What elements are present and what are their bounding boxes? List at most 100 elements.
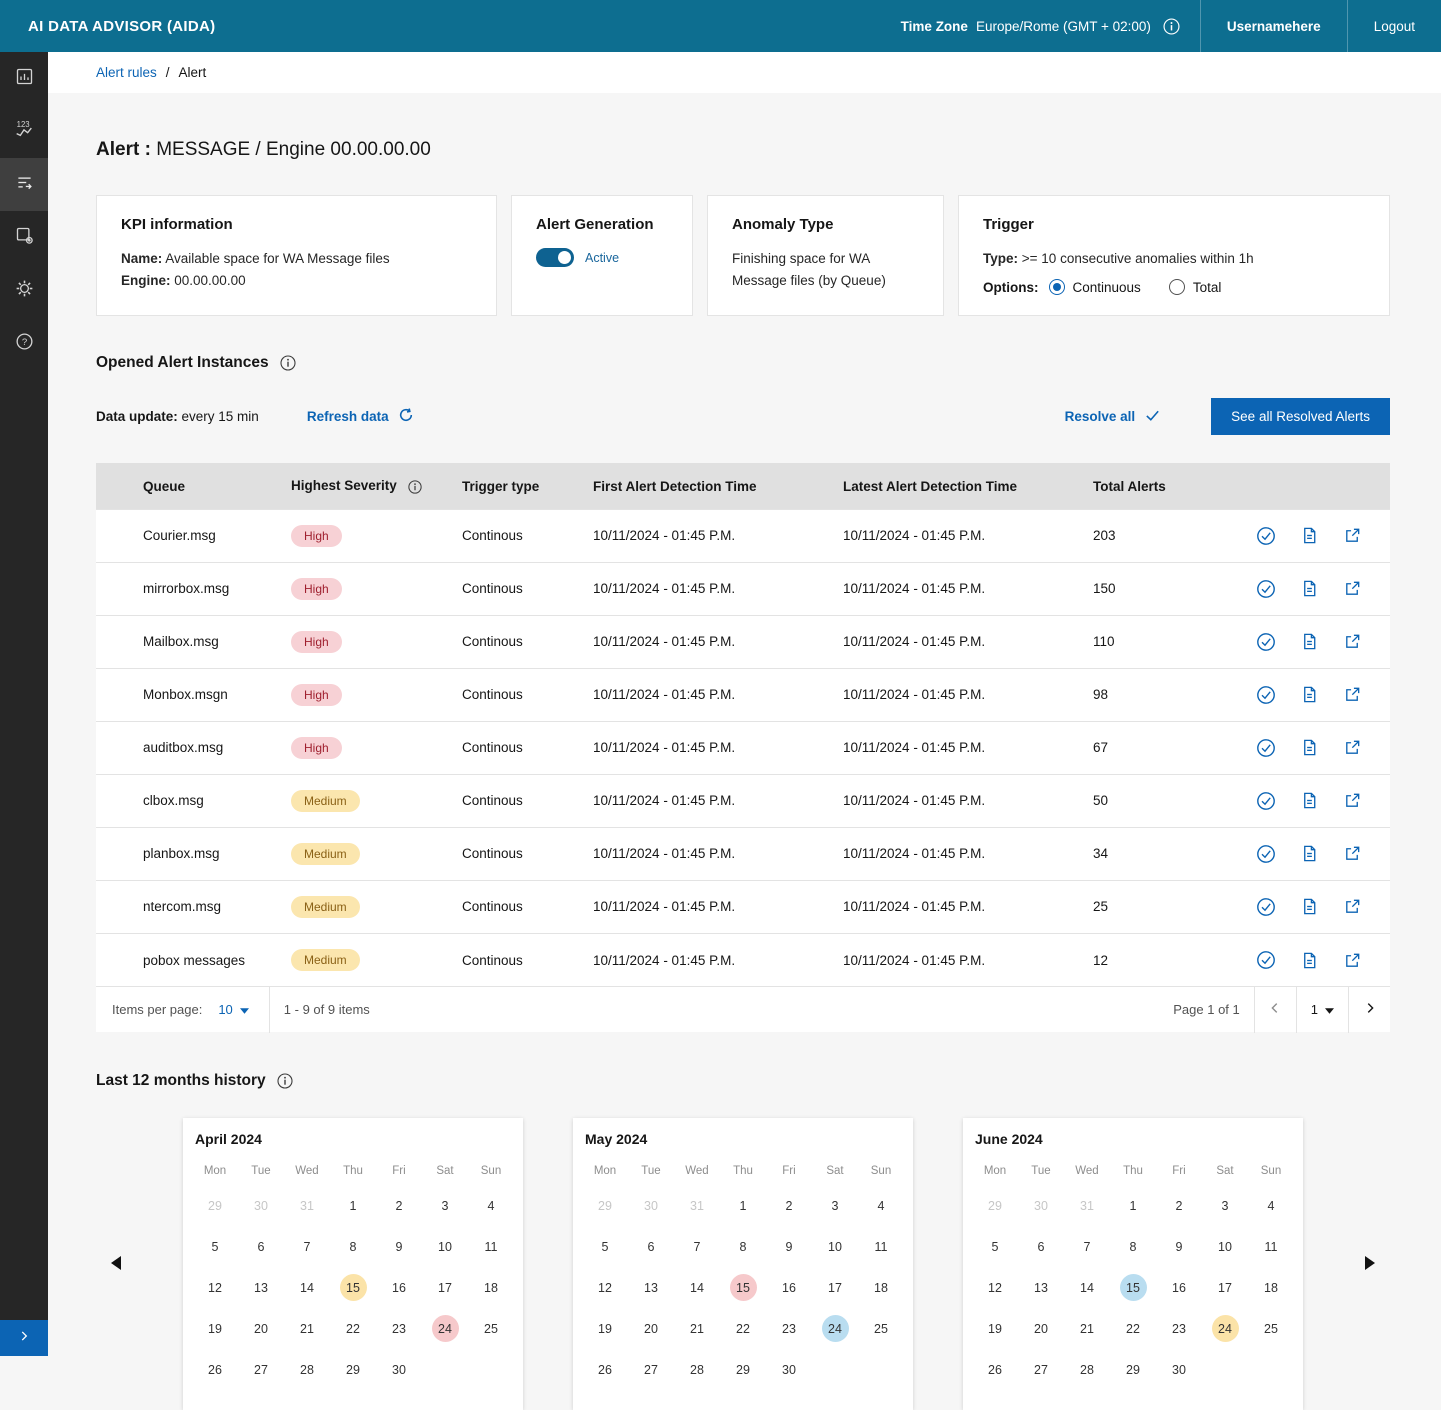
latest-detection-cell: 10/11/2024 - 01:45 P.M. <box>843 721 1093 774</box>
calendar-day[interactable]: 15 <box>1110 1267 1156 1308</box>
calendar-day: 12 <box>192 1267 238 1308</box>
svg-text:?: ? <box>21 337 26 348</box>
table-row: Mailbox.msg High Continous 10/11/2024 - … <box>96 615 1390 668</box>
calendar-weekday-row: MonTueWedThuFriSatSun <box>972 1165 1294 1177</box>
previous-page-button[interactable] <box>1254 987 1296 1033</box>
radio-total-circle <box>1169 279 1185 295</box>
calendar-month-card: April 2024 MonTueWedThuFriSatSun 2930311… <box>183 1118 523 1410</box>
report-document-icon[interactable] <box>1300 897 1319 916</box>
sidebar-item-alert-rules[interactable] <box>0 158 48 211</box>
report-document-icon[interactable] <box>1300 738 1319 757</box>
refresh-icon <box>398 407 414 426</box>
calendar-day: 17 <box>1202 1267 1248 1308</box>
sidebar-expand-button[interactable] <box>0 1320 48 1356</box>
open-external-icon[interactable] <box>1343 738 1362 757</box>
open-external-icon[interactable] <box>1343 791 1362 810</box>
resolve-all-link[interactable]: Resolve all <box>1065 407 1162 427</box>
calendar-day: 4 <box>1248 1185 1294 1226</box>
items-per-page-label: Items per page: <box>112 1002 202 1017</box>
open-external-icon[interactable] <box>1343 844 1362 863</box>
sidebar-item-kpi[interactable]: 123 <box>0 105 48 158</box>
items-per-page-select[interactable]: 10 <box>212 1002 254 1017</box>
calendar-prev-button[interactable] <box>96 1254 136 1275</box>
resolve-row-icon[interactable] <box>1256 685 1276 705</box>
report-document-icon[interactable] <box>1300 632 1319 651</box>
severity-cell: Medium <box>291 827 462 880</box>
breadcrumb-link-alert-rules[interactable]: Alert rules <box>96 65 157 80</box>
next-page-button[interactable] <box>1348 987 1390 1033</box>
radio-continuous[interactable]: Continuous <box>1049 279 1141 295</box>
open-external-icon[interactable] <box>1343 951 1362 970</box>
calendar-day: 9 <box>766 1226 812 1267</box>
open-external-icon[interactable] <box>1343 897 1362 916</box>
total-alerts-cell: 98 <box>1093 668 1245 721</box>
trigger-type-cell: Continous <box>462 615 593 668</box>
calendar-day: 22 <box>1110 1308 1156 1349</box>
calendar-day: 26 <box>582 1349 628 1390</box>
logout-button[interactable]: Logout <box>1348 0 1441 52</box>
report-document-icon[interactable] <box>1300 844 1319 863</box>
open-external-icon[interactable] <box>1343 526 1362 545</box>
open-external-icon[interactable] <box>1343 632 1362 651</box>
calendar-day[interactable]: 24 <box>812 1308 858 1349</box>
calendar-day: 3 <box>422 1185 468 1226</box>
calendar-day[interactable]: 15 <box>330 1267 376 1308</box>
latest-detection-cell: 10/11/2024 - 01:45 P.M. <box>843 668 1093 721</box>
calendar-day: 20 <box>238 1308 284 1349</box>
resolve-row-icon[interactable] <box>1256 632 1276 652</box>
weekday-label: Thu <box>330 1165 376 1177</box>
report-document-icon[interactable] <box>1300 526 1319 545</box>
calendar-day[interactable]: 24 <box>1202 1308 1248 1349</box>
resolve-row-icon[interactable] <box>1256 526 1276 546</box>
see-resolved-alerts-button[interactable]: See all Resolved Alerts <box>1211 398 1390 435</box>
sidebar-item-help[interactable]: ? <box>0 317 48 370</box>
resolve-row-icon[interactable] <box>1256 791 1276 811</box>
trigger-type-cell: Continous <box>462 933 593 986</box>
resolve-row-icon[interactable] <box>1256 579 1276 599</box>
weekday-label: Fri <box>1156 1165 1202 1177</box>
info-cards-row: KPI information Name: Available space fo… <box>96 195 1390 316</box>
kpi-123-trend-icon: 123 <box>13 118 35 145</box>
alert-rules-list-icon <box>14 172 35 198</box>
calendar-next-button[interactable] <box>1350 1254 1390 1275</box>
column-latest-detection: Latest Alert Detection Time <box>843 463 1093 509</box>
calendar-day: 13 <box>628 1267 674 1308</box>
severity-badge: Medium <box>291 896 360 918</box>
page-number-select[interactable]: 1 <box>1296 987 1348 1033</box>
report-document-icon[interactable] <box>1300 685 1319 704</box>
history-info-icon[interactable] <box>277 1072 293 1090</box>
sidebar-item-dashboard[interactable] <box>0 52 48 105</box>
resolve-row-icon[interactable] <box>1256 950 1276 970</box>
report-document-icon[interactable] <box>1300 579 1319 598</box>
radio-total[interactable]: Total <box>1169 279 1222 295</box>
report-document-icon[interactable] <box>1300 791 1319 810</box>
toggle-state-label: Active <box>585 251 619 265</box>
severity-badge: High <box>291 525 342 547</box>
open-external-icon[interactable] <box>1343 579 1362 598</box>
report-document-icon[interactable] <box>1300 951 1319 970</box>
timezone-info-icon[interactable] <box>1163 18 1180 35</box>
page-title: Alert : MESSAGE / Engine 00.00.00.00 <box>96 139 1390 161</box>
weekday-label: Mon <box>582 1165 628 1177</box>
alert-generation-toggle[interactable] <box>536 248 574 267</box>
table-pagination: Items per page: 10 1 - 9 of 9 items Page… <box>96 986 1390 1032</box>
open-external-icon[interactable] <box>1343 685 1362 704</box>
calendar-day: 28 <box>674 1349 720 1390</box>
queue-cell: auditbox.msg <box>96 721 291 774</box>
calendar-day[interactable]: 15 <box>720 1267 766 1308</box>
weekday-label: Mon <box>972 1165 1018 1177</box>
severity-cell: Medium <box>291 880 462 933</box>
total-alerts-cell: 25 <box>1093 880 1245 933</box>
calendar-day[interactable]: 24 <box>422 1308 468 1349</box>
resolve-row-icon[interactable] <box>1256 897 1276 917</box>
severity-info-icon[interactable] <box>408 478 422 493</box>
sidebar-item-configuration[interactable] <box>0 211 48 264</box>
resolve-row-icon[interactable] <box>1256 844 1276 864</box>
severity-cell: Medium <box>291 774 462 827</box>
sidebar-item-settings[interactable] <box>0 264 48 317</box>
opened-alerts-info-icon[interactable] <box>280 354 296 372</box>
refresh-data-link[interactable]: Refresh data <box>307 407 414 426</box>
resolve-row-icon[interactable] <box>1256 738 1276 758</box>
breadcrumb-separator: / <box>166 65 170 80</box>
latest-detection-cell: 10/11/2024 - 01:45 P.M. <box>843 827 1093 880</box>
